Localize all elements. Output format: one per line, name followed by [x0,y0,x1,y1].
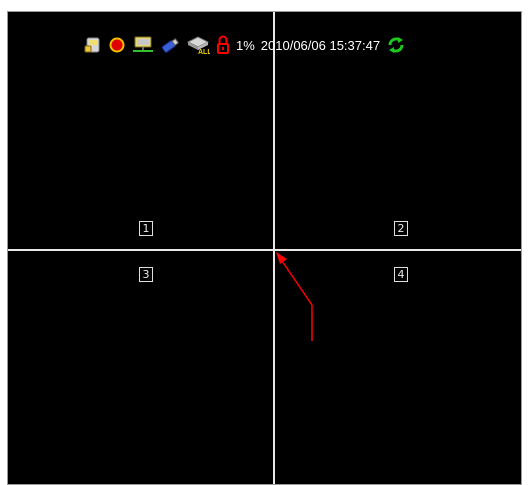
datetime-text: 2010/06/06 15:37:47 [260,37,381,53]
channel-4-label[interactable]: 4 [394,267,408,282]
svg-text:ALL: ALL [198,49,210,55]
channel-3-label[interactable]: 3 [139,267,153,282]
record-icon [108,36,126,54]
usb-icon [160,36,180,54]
horizontal-screen-border [8,249,521,251]
screen-border-annotation: Screen Border [328,311,470,336]
dvr-screen: ALL 1% 2010/06/06 15:37:47 1 2 3 4 [7,11,522,485]
channel-2-label[interactable]: 2 [394,221,408,236]
vertical-screen-border [273,12,275,484]
channel-1-label[interactable]: 1 [139,221,153,236]
network-icon [132,36,154,54]
all-channels-icon: ALL [186,35,210,55]
hdd-status-icon [84,36,102,54]
status-bar: ALL 1% 2010/06/06 15:37:47 [84,33,406,57]
lock-icon [216,35,230,55]
hdd-usage-text: 1% [236,37,255,53]
refresh-icon [386,35,406,55]
